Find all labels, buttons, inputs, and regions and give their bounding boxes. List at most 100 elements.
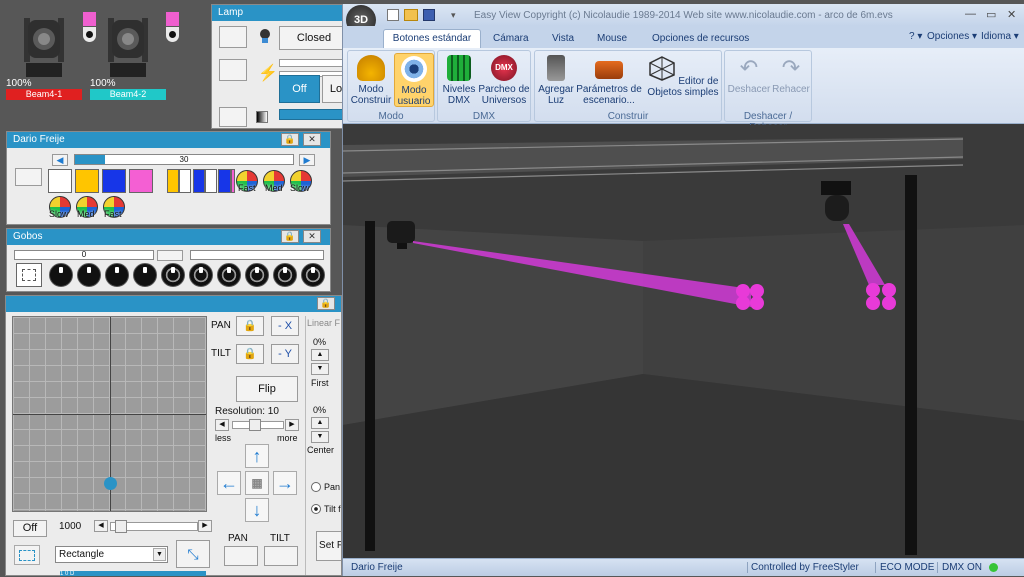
color-split-pink[interactable] bbox=[231, 169, 235, 193]
options-menu[interactable]: Opciones ▾ bbox=[927, 31, 977, 42]
editor-objetos-button[interactable]: Editor de Objetos simples bbox=[645, 55, 721, 98]
agregar-luz-button[interactable]: Agregar Luz bbox=[538, 55, 574, 106]
lock-icon[interactable]: 🔒 bbox=[281, 133, 299, 146]
radio-tilt[interactable] bbox=[311, 504, 321, 514]
save-icon[interactable] bbox=[423, 9, 435, 21]
center-up-button[interactable]: ▲ bbox=[311, 417, 329, 429]
fixture-beam4-2[interactable] bbox=[98, 8, 160, 80]
tilt-lock-icon[interactable]: 🔒 bbox=[236, 344, 264, 364]
fixture-label[interactable]: Beam4-1 bbox=[6, 89, 82, 100]
strobe-toggle-button[interactable] bbox=[219, 59, 247, 81]
movement-off-button[interactable]: Off bbox=[13, 520, 47, 537]
gobo-slider[interactable]: 0 bbox=[14, 250, 154, 260]
gobo-open-icon[interactable] bbox=[16, 263, 42, 287]
maximize-icon[interactable]: ▭ bbox=[986, 8, 996, 21]
tab-botones-estandar[interactable]: Botones estándar bbox=[383, 29, 481, 48]
speed-right-button[interactable]: ▶ bbox=[198, 520, 212, 532]
tab-opciones-recursos[interactable]: Opciones de recursos bbox=[652, 33, 749, 44]
invert-x-button[interactable]: - X bbox=[271, 316, 299, 336]
lamp-titlebar[interactable]: Lamp bbox=[212, 5, 345, 21]
gobo-shake-2-icon[interactable] bbox=[189, 263, 213, 287]
close-icon[interactable]: ✕ bbox=[303, 133, 321, 146]
gobo-4-icon[interactable] bbox=[133, 263, 157, 287]
gobo-shake-4-icon[interactable] bbox=[245, 263, 269, 287]
gobos-titlebar[interactable]: Gobos 🔒 ✕ bbox=[7, 229, 330, 245]
color-toggle-button[interactable] bbox=[15, 168, 42, 186]
dimmer-toggle-button[interactable] bbox=[219, 107, 247, 127]
color-white-swatch[interactable] bbox=[48, 169, 72, 193]
flip-button[interactable]: Flip bbox=[236, 376, 298, 402]
gobo-rotation-slider[interactable] bbox=[190, 250, 324, 260]
close-icon[interactable]: ✕ bbox=[303, 230, 321, 243]
speed-left-button[interactable]: ◀ bbox=[94, 520, 108, 532]
dimmer-slider[interactable] bbox=[279, 109, 345, 120]
quick-access-chevron-icon[interactable]: ▾ bbox=[451, 10, 456, 21]
shape-icon[interactable] bbox=[14, 545, 40, 565]
radio-pan[interactable] bbox=[311, 482, 321, 492]
minimize-icon[interactable]: — bbox=[965, 8, 976, 20]
new-file-icon[interactable] bbox=[387, 9, 399, 21]
gobo-shake-6-icon[interactable] bbox=[301, 263, 325, 287]
color-split-white[interactable] bbox=[179, 169, 191, 193]
color-split-blue[interactable] bbox=[193, 169, 205, 193]
parametros-escenario-button[interactable]: Parámetros de escenario... bbox=[576, 55, 642, 106]
tilt-bottom-button[interactable] bbox=[264, 546, 298, 566]
3d-viewport[interactable] bbox=[343, 125, 1024, 558]
window-titlebar[interactable]: 3D ▾ Easy View Copyright (c) Nicolaudie … bbox=[343, 4, 1024, 35]
color-split-yellow[interactable] bbox=[167, 169, 179, 193]
close-window-icon[interactable]: ✕ bbox=[1007, 8, 1016, 21]
color-prev-button[interactable]: ◀ bbox=[52, 154, 68, 166]
fixture-label[interactable]: Beam4-2 bbox=[90, 89, 166, 100]
help-menu[interactable]: ? ▾ bbox=[909, 31, 922, 42]
arrow-up-icon[interactable]: ↑ bbox=[245, 444, 269, 468]
set-button[interactable]: Set F bbox=[316, 531, 341, 561]
color-titlebar[interactable]: Dario Freije 🔒 ✕ bbox=[7, 132, 330, 148]
tab-vista[interactable]: Vista bbox=[552, 33, 574, 44]
shutter-button[interactable]: Closed bbox=[279, 26, 345, 50]
pan-lock-icon[interactable]: 🔒 bbox=[236, 316, 264, 336]
gobo-3-icon[interactable] bbox=[105, 263, 129, 287]
tab-mouse[interactable]: Mouse bbox=[597, 33, 627, 44]
shape-select[interactable]: Rectangle ▼ bbox=[55, 546, 168, 563]
color-next-button[interactable]: ▶ bbox=[299, 154, 315, 166]
gobo-shake-1-icon[interactable] bbox=[161, 263, 185, 287]
gobo-2-icon[interactable] bbox=[77, 263, 101, 287]
gobo-1-icon[interactable] bbox=[49, 263, 73, 287]
resolution-right-button[interactable]: ▶ bbox=[285, 419, 299, 431]
color-slider[interactable]: 30 bbox=[74, 154, 294, 165]
color-pink-swatch[interactable] bbox=[129, 169, 153, 193]
pan-bottom-button[interactable] bbox=[224, 546, 258, 566]
gobo-shake-3-icon[interactable] bbox=[217, 263, 241, 287]
speed-slider[interactable] bbox=[110, 520, 198, 533]
arrow-down-icon[interactable]: ↓ bbox=[245, 498, 269, 522]
gobo-shake-5-icon[interactable] bbox=[273, 263, 297, 287]
center-icon[interactable]: ▦ bbox=[245, 471, 269, 495]
color-blue-swatch[interactable] bbox=[102, 169, 126, 193]
rehacer-button[interactable]: ↷ Rehacer bbox=[771, 55, 811, 95]
lamp-off-button[interactable]: Off bbox=[279, 75, 320, 103]
gobo-mid-button[interactable] bbox=[157, 250, 183, 261]
tab-camara[interactable]: Cámara bbox=[493, 33, 529, 44]
color-split-white-2[interactable] bbox=[205, 169, 217, 193]
lamp-toggle-button[interactable] bbox=[219, 26, 247, 48]
color-yellow-swatch[interactable] bbox=[75, 169, 99, 193]
open-folder-icon[interactable] bbox=[404, 9, 418, 21]
niveles-dmx-button[interactable]: Niveles DMX bbox=[441, 55, 477, 106]
arrow-right-icon[interactable]: → bbox=[273, 471, 297, 495]
lock-icon[interactable]: 🔒 bbox=[317, 297, 335, 310]
fixture-beam4-1[interactable] bbox=[14, 8, 96, 80]
strobe-slider[interactable] bbox=[279, 59, 345, 67]
center-down-button[interactable]: ▼ bbox=[311, 431, 329, 443]
resolution-slider[interactable] bbox=[232, 419, 284, 431]
language-menu[interactable]: Idioma ▾ bbox=[981, 31, 1019, 42]
arrow-left-icon[interactable]: ← bbox=[217, 471, 241, 495]
deshacer-button[interactable]: ↶ Deshacer bbox=[727, 55, 771, 95]
shape-apply-icon[interactable]: ⤡ bbox=[176, 540, 210, 568]
resolution-left-button[interactable]: ◀ bbox=[215, 419, 229, 431]
movement-titlebar[interactable]: 🔒 bbox=[6, 296, 341, 312]
modo-construir-button[interactable]: Modo Construir bbox=[350, 55, 392, 106]
invert-y-button[interactable]: - Y bbox=[271, 344, 299, 364]
first-down-button[interactable]: ▼ bbox=[311, 363, 329, 375]
modo-usuario-button[interactable]: Modo usuario bbox=[394, 53, 434, 107]
xy-position-marker[interactable] bbox=[104, 477, 117, 490]
